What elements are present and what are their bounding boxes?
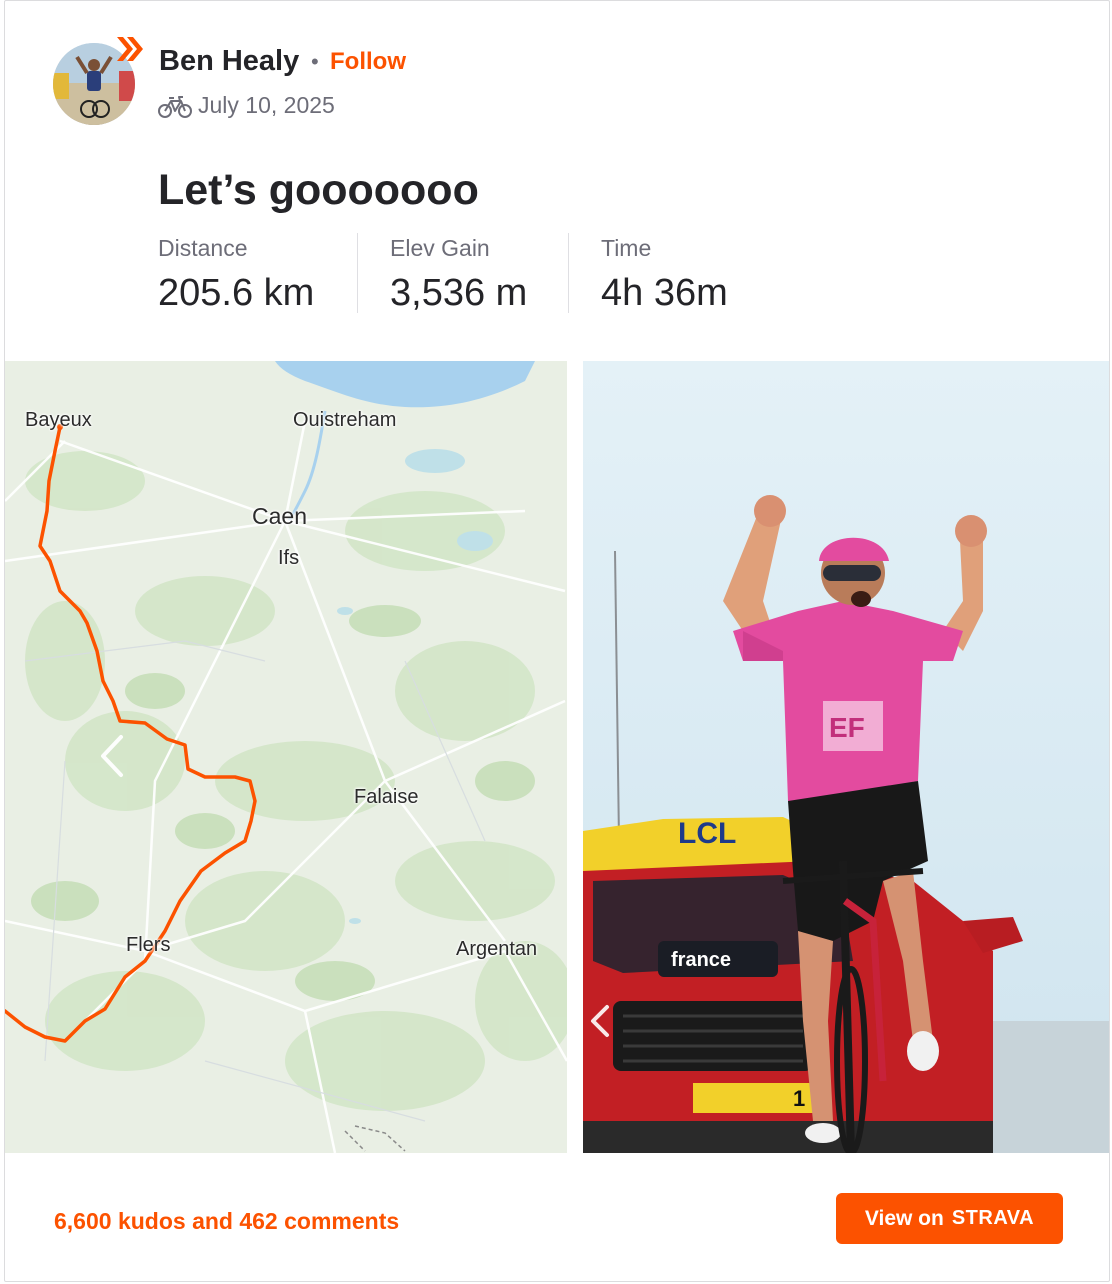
stat-time: Time 4h 36m <box>601 235 728 315</box>
map-place-label: Flers <box>126 934 171 956</box>
stat-distance: Distance 205.6 km <box>158 235 314 315</box>
chevron-left-icon[interactable] <box>97 733 127 779</box>
banner-text: LCL <box>678 817 736 850</box>
chevron-left-icon-secondary[interactable] <box>583 1001 617 1041</box>
stat-divider <box>568 233 569 313</box>
photo-image: LCL france 1 EF <box>583 361 1109 1153</box>
activity-photo[interactable]: LCL france 1 EF <box>583 361 1109 1153</box>
jersey-text: EF <box>829 712 865 743</box>
bike-icon <box>158 96 192 118</box>
stat-value: 4h 36m <box>601 272 728 314</box>
stat-label: Distance <box>158 235 248 261</box>
map-place-label: Bayeux <box>25 409 92 431</box>
activity-title[interactable]: Let’s gooooooo <box>158 166 479 215</box>
strava-subscriber-badge-icon <box>117 37 143 61</box>
map-canvas <box>5 361 567 1153</box>
follow-button[interactable]: Follow <box>330 48 406 76</box>
stat-elev-gain: Elev Gain 3,536 m <box>390 235 527 315</box>
view-on-label: View on <box>864 1206 944 1230</box>
stat-label: Time <box>601 235 652 261</box>
map-place-label: Ifs <box>278 547 300 569</box>
car-text: france <box>671 949 731 971</box>
activity-date: July 10, 2025 <box>198 92 335 118</box>
view-on-strava-button[interactable]: View on STRAVA <box>836 1193 1063 1244</box>
strava-logo: STRAVA <box>951 1207 1035 1229</box>
stat-divider <box>357 233 358 313</box>
map-place-label: Ouistreham <box>293 409 397 431</box>
avatar-wrapper[interactable] <box>53 37 145 125</box>
activity-card: Ben Healy • Follow July 10, 2025 Let’s g… <box>4 0 1110 1282</box>
stat-label: Elev Gain <box>390 235 490 261</box>
kudos-comments-link[interactable]: 6,600 kudos and 462 comments <box>54 1208 399 1235</box>
map-place-label: Caen <box>252 503 307 529</box>
map-place-label: Falaise <box>354 786 419 808</box>
stat-value: 3,536 m <box>390 272 528 314</box>
route-map[interactable]: Bayeux Ouistreham Caen Ifs Falaise Flers… <box>5 361 567 1153</box>
plate-text: 1 <box>793 1086 805 1111</box>
map-place-label: Argentan <box>456 938 538 960</box>
stat-value: 205.6 km <box>158 272 315 314</box>
name-separator: • <box>311 49 319 74</box>
athlete-name[interactable]: Ben Healy <box>159 45 299 78</box>
